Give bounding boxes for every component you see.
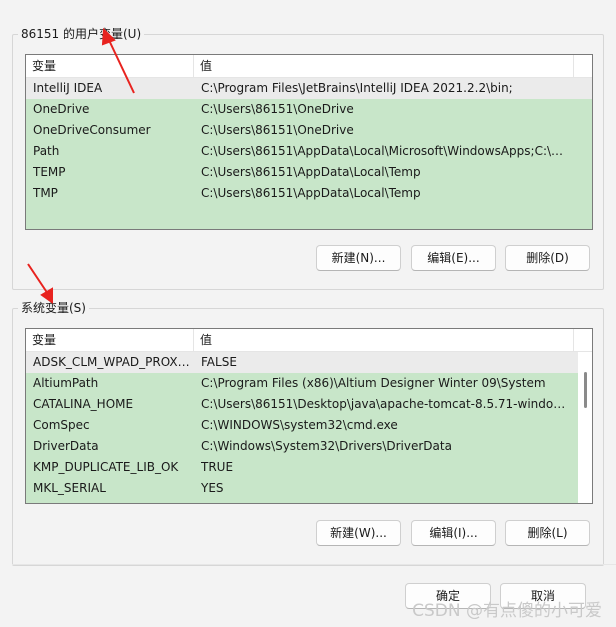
arrow-to-system-vars <box>27 263 53 304</box>
arrow-to-user-vars <box>101 27 135 94</box>
annotation-arrows <box>27 27 135 304</box>
